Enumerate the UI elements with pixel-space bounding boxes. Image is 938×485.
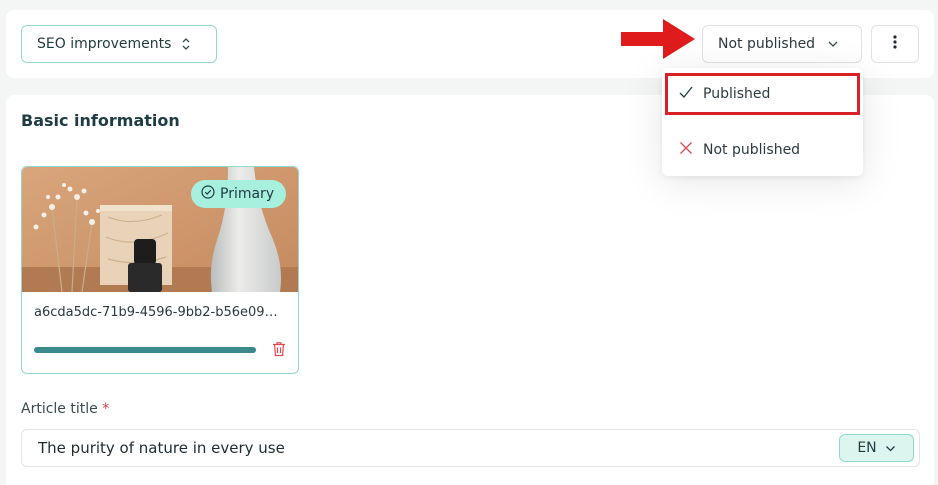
check-circle-icon — [201, 185, 215, 203]
option-label: Published — [703, 86, 771, 102]
red-arrow-annotation — [621, 17, 697, 65]
upload-progress-fill — [34, 347, 256, 353]
publish-status-select[interactable]: Not published — [702, 25, 862, 63]
upload-progress-bar — [34, 347, 256, 353]
up-down-icon — [181, 37, 191, 51]
language-code: EN — [857, 440, 877, 456]
primary-badge-label: Primary — [220, 186, 275, 202]
article-title-label: Article title * — [21, 401, 109, 417]
status-select-value: Not published — [718, 36, 816, 52]
media-card[interactable]: Primary a6cda5dc-71b9-4596-9bb2-b56e09… — [21, 166, 299, 374]
seo-improvements-select[interactable]: SEO improvements — [21, 25, 217, 63]
trash-icon — [272, 342, 286, 361]
delete-image-button[interactable] — [272, 341, 286, 361]
option-label: Not published — [703, 142, 801, 158]
more-options-button[interactable] — [871, 25, 919, 63]
option-not-published[interactable]: Not published — [665, 129, 860, 171]
article-title-input[interactable] — [21, 429, 920, 467]
option-published[interactable]: Published — [665, 73, 860, 115]
section-title: Basic information — [21, 111, 180, 130]
chevron-down-icon — [885, 440, 896, 456]
primary-badge: Primary — [191, 180, 287, 208]
x-icon — [679, 141, 693, 159]
required-mark: * — [102, 401, 110, 417]
product-image: Primary — [22, 167, 298, 292]
article-title-label-text: Article title — [21, 401, 98, 417]
seo-select-label: SEO improvements — [37, 36, 172, 52]
file-name: a6cda5dc-71b9-4596-9bb2-b56e09… — [34, 305, 278, 320]
chevron-down-icon — [827, 36, 839, 52]
kebab-vertical-icon — [893, 34, 897, 54]
check-icon — [679, 86, 693, 102]
publish-status-dropdown: Published Not published — [662, 68, 863, 176]
language-select[interactable]: EN — [839, 434, 914, 462]
